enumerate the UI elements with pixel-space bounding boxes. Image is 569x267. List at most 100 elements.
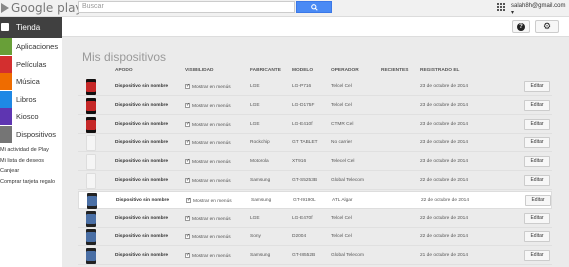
device-carrier: Telcel Cel bbox=[331, 84, 352, 89]
visibility-cell: Mostrar en menús bbox=[185, 252, 231, 260]
show-in-menus-checkbox[interactable] bbox=[185, 139, 190, 146]
table-row: Dispositivo sin nombre Mostrar en menús Ro… bbox=[78, 134, 552, 153]
edit-button[interactable]: Editar bbox=[525, 194, 551, 206]
column-header-visibility: VISIBILIDAD bbox=[185, 68, 214, 73]
visibility-label: Mostrar en menús bbox=[192, 254, 231, 260]
show-in-menus-checkbox[interactable] bbox=[185, 215, 190, 221]
table-row: Dispositivo sin nombre Mostrar en menús Sa… bbox=[78, 172, 552, 190]
device-image bbox=[86, 79, 96, 95]
device-nickname: Dispositivo sin nombre bbox=[115, 178, 169, 183]
device-manufacturer: Motorola bbox=[250, 159, 269, 165]
device-image bbox=[87, 192, 97, 209]
device-registered-date: 23 de octubre de 2014 bbox=[420, 102, 469, 108]
edit-button[interactable]: Editar bbox=[524, 118, 550, 130]
settings-button[interactable]: ⚙ bbox=[535, 20, 559, 33]
link-redeem[interactable]: Canjear bbox=[0, 166, 62, 177]
device-model: XT916 bbox=[292, 159, 307, 165]
table-row: Dispositivo sin nombre Mostrar en menús Mo… bbox=[78, 153, 552, 172]
edit-button[interactable]: Editar bbox=[524, 156, 550, 168]
device-manufacturer: LGE bbox=[250, 102, 260, 108]
google-play-logo[interactable]: Google play bbox=[1, 0, 83, 15]
category-color-icon bbox=[0, 125, 12, 143]
device-carrier: Telcel Cel bbox=[331, 215, 352, 221]
device-nickname: Dispositivo sin nombre bbox=[115, 84, 169, 89]
gear-icon: ⚙ bbox=[542, 21, 552, 31]
edit-button[interactable]: Editar bbox=[524, 137, 550, 149]
show-in-menus-checkbox[interactable] bbox=[185, 252, 190, 259]
apps-grid-icon[interactable] bbox=[497, 3, 505, 11]
device-image bbox=[86, 97, 96, 114]
search-icon bbox=[311, 4, 318, 11]
device-model: LG-D175F bbox=[292, 102, 315, 108]
device-carrier: Global Telecom bbox=[331, 178, 364, 183]
visibility-cell: Mostrar en menús bbox=[185, 233, 231, 241]
show-in-menus-checkbox[interactable] bbox=[185, 83, 190, 89]
search-button[interactable] bbox=[296, 1, 332, 13]
help-button[interactable]: ? bbox=[512, 20, 530, 33]
table-row: Dispositivo sin nombre Mostrar en menús LG… bbox=[78, 96, 552, 115]
sidebar-item-label: Películas bbox=[16, 59, 47, 69]
device-model: GT-S5253B bbox=[292, 178, 318, 183]
link-buy-gift-card[interactable]: Comprar tarjeta regalo bbox=[0, 177, 62, 188]
table-row: Dispositivo sin nombre Mostrar en menús LG… bbox=[78, 209, 552, 228]
edit-button[interactable]: Editar bbox=[524, 81, 550, 92]
sidebar-item-label: Libros bbox=[16, 94, 37, 104]
visibility-label: Mostrar en menús bbox=[192, 179, 231, 184]
sidebar-item-label: Dispositivos bbox=[16, 129, 57, 139]
sidebar-item-category[interactable]: Kiosco bbox=[0, 108, 62, 125]
visibility-label: Mostrar en menús bbox=[192, 141, 231, 147]
account-email: salah8h@gmail.com bbox=[511, 3, 566, 9]
search-input[interactable]: Buscar bbox=[78, 1, 295, 13]
device-carrier: Telcel Cel bbox=[331, 102, 352, 108]
category-color-icon bbox=[0, 108, 12, 125]
device-nickname: Dispositivo sin nombre bbox=[115, 140, 169, 146]
store-bag-icon bbox=[1, 23, 9, 31]
sidebar: Tienda Aplicaciones Películas Música Libros… bbox=[0, 17, 62, 267]
link-my-activity[interactable]: Mi actividad de Play bbox=[0, 145, 62, 156]
device-registered-date: 22 de octubre de 2014 bbox=[421, 197, 470, 203]
show-in-menus-checkbox[interactable] bbox=[186, 197, 191, 203]
top-bar: Google play Buscar salah8h@gmail.com ▾ bbox=[0, 0, 569, 17]
device-nickname: Dispositivo sin nombre bbox=[115, 215, 169, 221]
device-registered-date: 23 de octubre de 2014 bbox=[420, 140, 469, 146]
edit-button[interactable]: Editar bbox=[524, 212, 550, 224]
device-image bbox=[86, 135, 96, 152]
account-menu[interactable]: salah8h@gmail.com ▾ bbox=[511, 3, 569, 16]
device-image bbox=[86, 116, 96, 133]
visibility-label: Mostrar en menús bbox=[192, 235, 231, 241]
show-in-menus-checkbox[interactable] bbox=[185, 233, 190, 240]
device-carrier: Telcel Cel bbox=[331, 234, 352, 240]
device-manufacturer: Rockchip bbox=[250, 140, 270, 146]
sidebar-item-category[interactable]: Aplicaciones bbox=[0, 38, 62, 55]
sidebar-item-category[interactable]: Películas bbox=[0, 55, 62, 73]
show-in-menus-checkbox[interactable] bbox=[185, 102, 190, 108]
device-registered-date: 21 de octubre de 2014 bbox=[420, 253, 469, 259]
device-image bbox=[86, 154, 96, 171]
help-icon: ? bbox=[517, 22, 525, 31]
device-manufacturer: Samsung bbox=[251, 197, 272, 203]
visibility-cell: Mostrar en menús bbox=[185, 215, 231, 222]
device-manufacturer: Samsung bbox=[250, 253, 271, 259]
show-in-menus-checkbox[interactable] bbox=[185, 158, 190, 165]
edit-button[interactable]: Editar bbox=[524, 231, 550, 243]
show-in-menus-checkbox[interactable] bbox=[185, 177, 190, 183]
edit-button[interactable]: Editar bbox=[524, 99, 550, 111]
link-wishlist[interactable]: Mi lista de deseos bbox=[0, 156, 62, 167]
show-in-menus-checkbox[interactable] bbox=[185, 121, 190, 127]
device-nickname: Dispositivo sin nombre bbox=[115, 121, 169, 127]
sidebar-item-store[interactable]: Tienda bbox=[0, 17, 62, 38]
table-row: Dispositivo sin nombre Mostrar en menús LG… bbox=[78, 115, 552, 134]
sidebar-item-category[interactable]: Libros bbox=[0, 90, 62, 108]
device-nickname: Dispositivo sin nombre bbox=[115, 234, 169, 240]
visibility-cell: Mostrar en menús bbox=[185, 139, 231, 147]
edit-button[interactable]: Editar bbox=[524, 175, 550, 186]
device-image bbox=[86, 248, 96, 265]
sidebar-item-category[interactable]: Dispositivos bbox=[0, 125, 62, 143]
table-row: Dispositivo sin nombre Mostrar en menús Sa… bbox=[78, 190, 552, 209]
device-carrier: Telecel Cel bbox=[331, 159, 355, 165]
visibility-label: Mostrar en menús bbox=[192, 160, 231, 166]
sidebar-item-category[interactable]: Música bbox=[0, 73, 62, 90]
device-nickname: Dispositivo sin nombre bbox=[115, 159, 169, 165]
edit-button[interactable]: Editar bbox=[524, 250, 550, 262]
device-carrier: Global Telecom bbox=[331, 253, 364, 259]
